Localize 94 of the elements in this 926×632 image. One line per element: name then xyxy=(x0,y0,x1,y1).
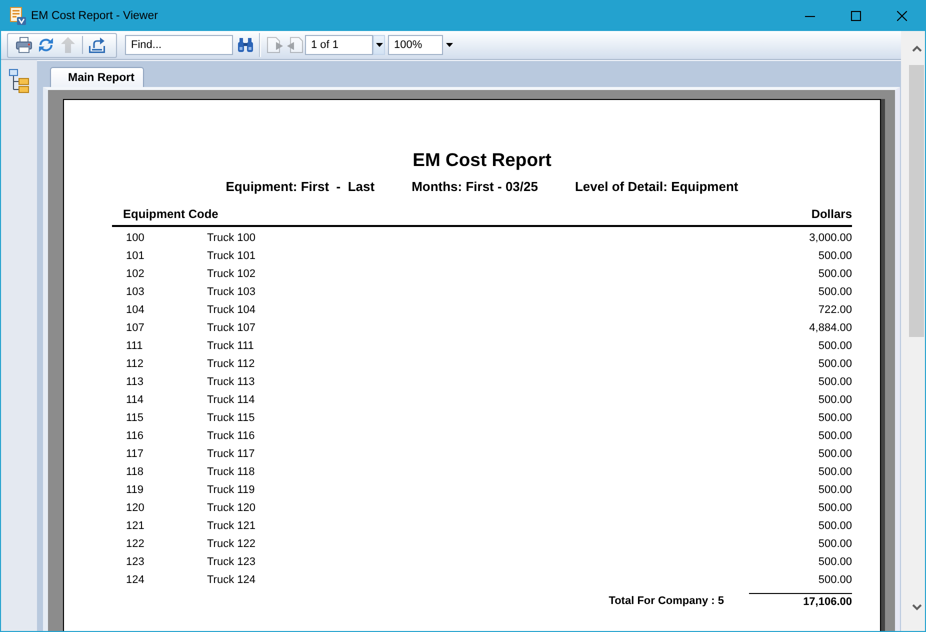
dollar-amount: 500.00 xyxy=(818,267,852,281)
dollar-amount: 500.00 xyxy=(818,501,852,515)
tab[interactable]: Main Report xyxy=(50,67,144,87)
equipment-name: Truck 107 xyxy=(207,321,257,335)
equipment-code: 111 xyxy=(126,339,144,353)
report-icon xyxy=(10,7,26,25)
report-parameter: Equipment: First - Last xyxy=(226,179,375,195)
dropdown-button[interactable] xyxy=(373,35,385,55)
dollar-amount: 500.00 xyxy=(818,393,852,407)
equipment-name: Truck 123 xyxy=(207,555,257,569)
equipment-code: 122 xyxy=(126,537,146,551)
equipment-name: Truck 100 xyxy=(207,231,257,245)
search-button[interactable] xyxy=(235,35,255,55)
equipment-name: Truck 120 xyxy=(207,501,257,515)
dollar-amount: 500.00 xyxy=(818,519,852,533)
dollar-amount: 500.00 xyxy=(818,447,852,461)
report-parameter: Level of Detail: Equipment xyxy=(574,179,738,195)
equipment-name: Truck 122 xyxy=(207,537,257,551)
up-arrow-icon xyxy=(61,37,75,53)
binoculars-icon xyxy=(238,38,252,52)
export-button[interactable] xyxy=(87,35,107,55)
equipment-name: Truck 118 xyxy=(207,465,256,479)
dollar-amount: 3,000.00 xyxy=(809,231,852,245)
dollar-amount: 500.00 xyxy=(818,375,852,389)
equipment-name: Truck 102 xyxy=(207,267,257,281)
equipment-code: 102 xyxy=(126,267,146,281)
dollar-amount: 500.00 xyxy=(818,411,852,425)
chevron-down-icon xyxy=(912,604,922,610)
equipment-name: Truck 101 xyxy=(207,249,257,263)
dollar-amount: 500.00 xyxy=(818,429,852,443)
equipment-code: 114 xyxy=(126,393,145,407)
equipment-code: 124 xyxy=(126,573,146,587)
equipment-code: 100 xyxy=(126,231,146,245)
equipment-name: Truck 117 xyxy=(207,447,256,461)
equipment-name: Truck 103 xyxy=(207,285,257,299)
dollar-amount: 500.00 xyxy=(818,249,852,263)
dollar-amount: 722.00 xyxy=(818,303,852,317)
equipment-name: Truck 115 xyxy=(207,411,256,425)
tree-icon xyxy=(9,69,29,93)
column-header: Dollars xyxy=(811,207,852,222)
equipment-code: 112 xyxy=(126,357,145,371)
page-arrow-right-icon xyxy=(267,37,283,53)
equipment-name: Truck 119 xyxy=(207,483,256,497)
equipment-code: 104 xyxy=(126,303,146,317)
chevron-up-icon xyxy=(912,44,922,52)
dollar-amount: 500.00 xyxy=(818,555,852,569)
equipment-code: 113 xyxy=(126,375,145,389)
report-parameter: Months: First - 03/25 xyxy=(412,179,538,195)
equipment-code: 119 xyxy=(126,483,145,497)
print-button[interactable] xyxy=(14,35,34,55)
dollar-amount: 500.00 xyxy=(818,357,852,371)
column-header: Equipment Code xyxy=(123,207,218,222)
page-number-field[interactable]: 1 of 1 xyxy=(305,35,373,55)
window-title: EM Cost Report - Viewer xyxy=(31,10,159,22)
dollar-amount: 500.00 xyxy=(818,285,852,299)
find-field[interactable]: Find... xyxy=(125,35,233,55)
dollar-amount: 500.00 xyxy=(818,573,852,587)
dollar-amount: 500.00 xyxy=(818,537,852,551)
equipment-name: Truck 104 xyxy=(207,303,257,317)
zoom-field[interactable]: 100% xyxy=(388,35,443,55)
dollar-amount: 500.00 xyxy=(818,483,852,497)
close-icon xyxy=(897,11,907,21)
equipment-code: 117 xyxy=(126,447,145,461)
caret-icon xyxy=(446,43,452,47)
equipment-name: Truck 116 xyxy=(207,429,256,443)
equipment-name: Truck 113 xyxy=(207,375,256,389)
equipment-name: Truck 112 xyxy=(207,357,256,371)
refresh-icon xyxy=(38,37,54,53)
dollar-amount: 500.00 xyxy=(818,339,852,353)
equipment-name: Truck 121 xyxy=(207,519,257,533)
dollar-amount: 500.00 xyxy=(818,465,852,479)
maximize-icon xyxy=(851,11,861,21)
scrollbar-thumb[interactable] xyxy=(909,65,924,337)
caret-icon xyxy=(376,43,382,47)
equipment-code: 101 xyxy=(126,249,146,263)
equipment-code: 123 xyxy=(126,555,146,569)
dollar-amount: 4,884.00 xyxy=(809,321,852,335)
equipment-code: 107 xyxy=(126,321,146,335)
printer-icon xyxy=(16,37,32,53)
export-icon xyxy=(89,37,105,53)
equipment-code: 118 xyxy=(126,465,145,479)
report-title: EM Cost Report xyxy=(412,149,552,171)
total-label: Total For Company : 5 xyxy=(608,594,724,608)
group-tree-button[interactable] xyxy=(8,69,30,95)
equipment-name: Truck 124 xyxy=(207,573,257,587)
equipment-code: 103 xyxy=(126,285,146,299)
equipment-name: Truck 111 xyxy=(207,339,255,353)
page-arrow-left-icon xyxy=(287,37,303,53)
equipment-code: 121 xyxy=(126,519,146,533)
equipment-code: 116 xyxy=(126,429,145,443)
total-amount: 17,106.00 xyxy=(749,593,852,609)
equipment-code: 115 xyxy=(126,411,145,425)
equipment-name: Truck 114 xyxy=(207,393,256,407)
equipment-code: 120 xyxy=(126,501,146,515)
